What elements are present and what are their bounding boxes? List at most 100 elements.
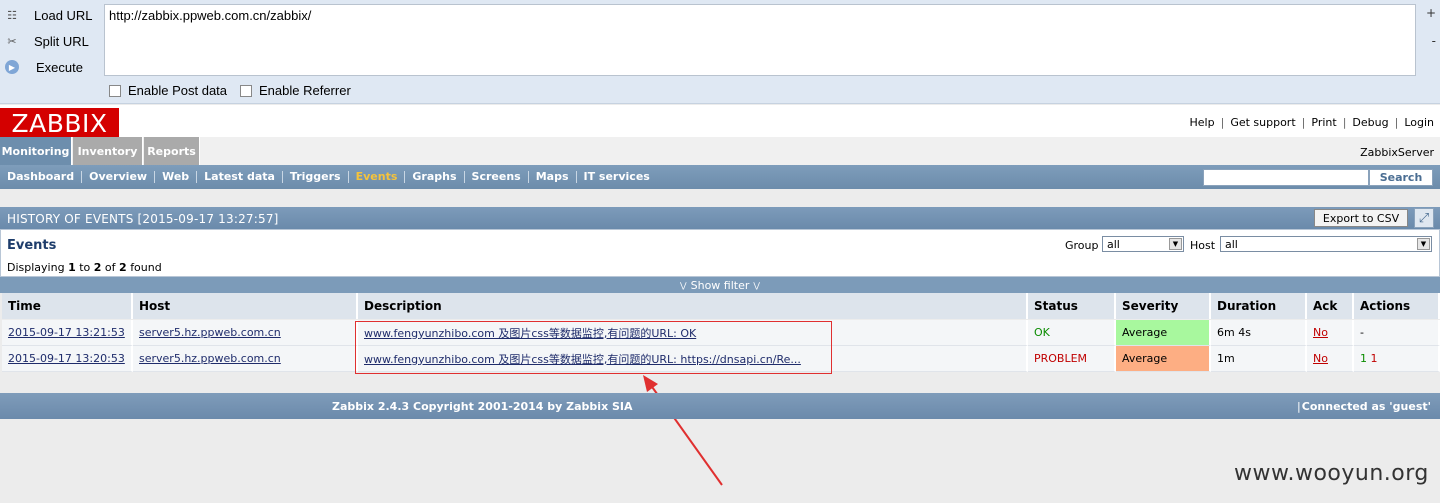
show-filter-toggle[interactable]: ⋁ Show filter ⋁ [0,277,1440,293]
displaying-prefix: Displaying [7,261,65,274]
submenu-it-services[interactable]: IT services [577,171,657,183]
header-ack[interactable]: Ack [1307,293,1354,319]
group-label: Group [1065,239,1099,252]
show-filter-label: Show filter [690,278,750,292]
submenu-triggers[interactable]: Triggers [283,171,349,183]
export-csv-button[interactable]: Export to CSV [1314,209,1408,227]
checkbox-box[interactable] [240,84,252,97]
displaying-found-word: found [130,261,162,274]
split-url-icon: ✂ [7,35,17,48]
double-chevron-down-icon: ⋁ [753,280,760,290]
group-select[interactable]: all ▼ [1102,236,1184,252]
submenu-overview[interactable]: Overview [82,171,156,183]
displaying-from: 1 [68,261,76,274]
login-link[interactable]: Login [1404,116,1434,129]
arrow-head [643,375,658,392]
displaying-of-word: of [104,261,116,274]
event-duration: 1m [1211,346,1307,372]
header-severity[interactable]: Severity [1116,293,1211,319]
event-status: PROBLEM [1028,346,1116,372]
event-time: 2015-09-17 13:20:53 [2,346,133,372]
host-select[interactable]: all ▼ [1220,236,1432,252]
ack-link[interactable]: No [1313,352,1328,365]
event-status: OK [1028,320,1116,346]
separator: | [1220,116,1225,129]
submenu-latest-data[interactable]: Latest data [197,171,283,183]
ack-link[interactable]: No [1313,326,1328,339]
fullscreen-icon[interactable]: ⤢ [1414,208,1434,228]
enable-referrer-label: Enable Referrer [259,83,351,98]
connected-user: Connected as 'guest' [1301,400,1431,413]
header-duration[interactable]: Duration [1211,293,1307,319]
actions-failed-count[interactable]: 1 [1371,352,1378,365]
events-panel: Events Displaying 1 to 2 of 2 found Grou… [0,229,1440,277]
execute-label: Execute [36,59,83,75]
displaying-to-word: to [79,261,91,274]
submenu-graphs[interactable]: Graphs [405,171,465,183]
tab-monitoring[interactable]: Monitoring [0,137,72,165]
event-ack: No [1307,320,1354,346]
print-link[interactable]: Print [1311,116,1336,129]
table-header-row: Time Host Description Status Severity Du… [0,293,1440,319]
chevron-down-icon: ▼ [1417,238,1430,250]
event-actions: - [1354,320,1440,346]
hackbar-toolbar: ☷ Load URL ✂ Split URL ▶ Execute http://… [0,0,1440,104]
search-button[interactable]: Search [1369,169,1433,186]
host-label: Host [1190,239,1216,252]
event-actions: 1 1 [1354,346,1440,372]
url-input[interactable]: http://zabbix.ppweb.com.cn/zabbix/ [104,4,1416,76]
event-host-link[interactable]: server5.hz.ppweb.com.cn [139,326,281,339]
event-host-link[interactable]: server5.hz.ppweb.com.cn [139,352,281,365]
event-time: 2015-09-17 13:21:53 [2,320,133,346]
history-header: HISTORY OF EVENTS [2015-09-17 13:27:57] … [0,207,1440,229]
increase-font-button[interactable]: + [1426,6,1436,20]
footer: Zabbix 2.4.3 Copyright 2001-2014 by Zabb… [0,393,1440,419]
split-url-label: Split URL [34,33,89,49]
event-duration: 6m 4s [1211,320,1307,346]
displaying-count: Displaying 1 to 2 of 2 found [7,261,162,274]
submenu-dashboard[interactable]: Dashboard [0,171,83,183]
help-link[interactable]: Help [1190,116,1215,129]
event-severity: Average [1116,346,1211,372]
header-time[interactable]: Time [2,293,133,319]
execute-icon: ▶ [5,60,19,74]
checkbox-box[interactable] [109,84,121,97]
load-url-button[interactable]: ☷ Load URL [4,4,92,26]
top-links: Help | Get support | Print | Debug | Log… [1190,116,1434,129]
actions-success-count[interactable]: 1 [1360,352,1367,365]
event-host: server5.hz.ppweb.com.cn [133,320,358,346]
enable-referrer-checkbox[interactable]: Enable Referrer [240,83,351,98]
header-status[interactable]: Status [1028,293,1116,319]
event-time-link[interactable]: 2015-09-17 13:21:53 [8,326,125,339]
execute-button[interactable]: ▶ Execute [4,56,83,78]
annotation-highlight-box [355,321,832,374]
header-host[interactable]: Host [133,293,358,319]
zabbix-logo: ZABBIX [0,108,119,138]
events-title: Events [7,238,57,253]
event-time-link[interactable]: 2015-09-17 13:20:53 [8,352,125,365]
submenu-screens[interactable]: Screens [465,171,529,183]
enable-post-checkbox[interactable]: Enable Post data [109,83,227,98]
separator: | [1394,116,1399,129]
get-support-link[interactable]: Get support [1230,116,1295,129]
search-input[interactable] [1203,169,1369,186]
displaying-to: 2 [93,261,102,274]
server-name: ZabbixServer [1360,146,1434,159]
split-url-button[interactable]: ✂ Split URL [4,30,89,52]
decrease-font-button[interactable]: - [1432,34,1436,48]
displaying-total: 2 [119,261,127,274]
separator: | [1297,400,1301,413]
submenu-events[interactable]: Events [349,171,406,183]
event-severity: Average [1116,320,1211,346]
header-description[interactable]: Description [358,293,1028,319]
submenu-web[interactable]: Web [155,171,198,183]
header-actions[interactable]: Actions [1354,293,1440,319]
tab-reports[interactable]: Reports [144,137,200,165]
tab-inventory[interactable]: Inventory [73,137,143,165]
enable-post-label: Enable Post data [128,83,228,98]
group-value: all [1107,237,1120,251]
watermark: www.wooyun.org [1234,461,1429,486]
debug-link[interactable]: Debug [1352,116,1388,129]
submenu: Dashboard Overview Web Latest data Trigg… [0,165,1440,189]
submenu-maps[interactable]: Maps [529,171,577,183]
